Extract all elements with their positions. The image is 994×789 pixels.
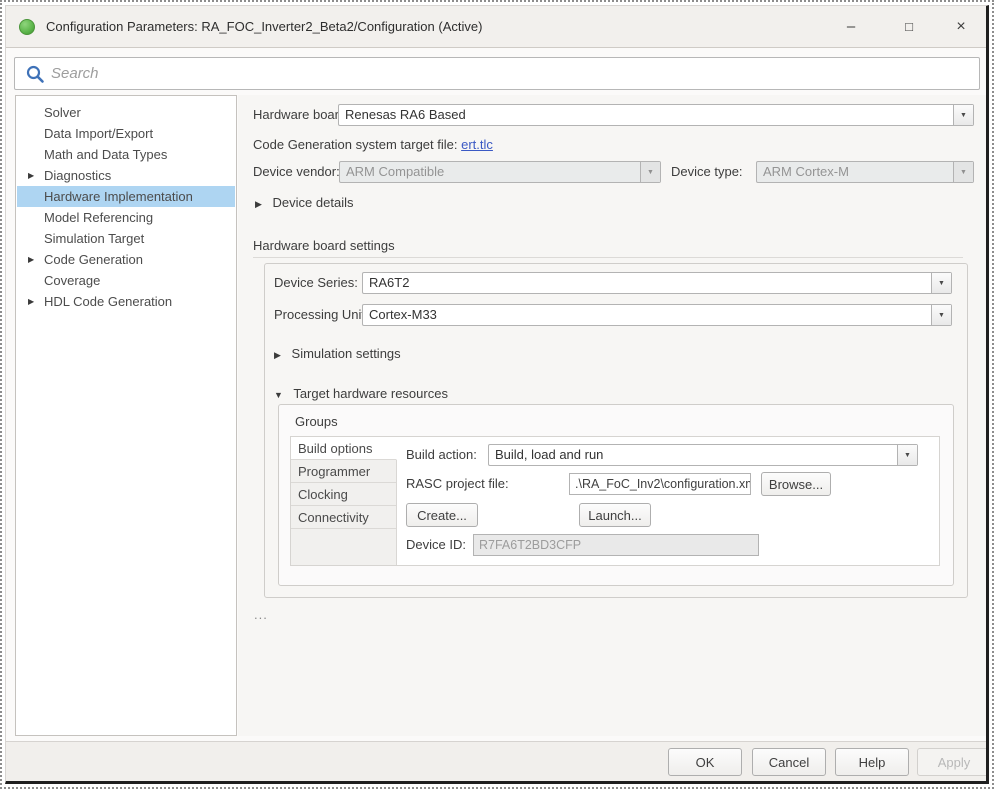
rasc-project-file-label: RASC project file:: [406, 473, 509, 495]
create-button[interactable]: Create...: [406, 503, 478, 527]
processing-unit-combo[interactable]: Cortex-M33 ▼: [362, 304, 952, 326]
expander-icon[interactable]: ▶: [28, 249, 34, 270]
section-divider: [253, 257, 963, 258]
rasc-project-file-field[interactable]: .\RA_FoC_Inv2\configuration.xml: [569, 473, 751, 495]
device-id-field: R7FA6T2BD3CFP: [473, 534, 759, 556]
groups-tab-column: Build options Programmer Clocking Connec…: [291, 437, 397, 565]
category-tree: Solver Data Import/Export Math and Data …: [15, 95, 237, 736]
cancel-button[interactable]: Cancel: [752, 748, 826, 776]
sidebar-item-simulation-target[interactable]: Simulation Target: [17, 228, 235, 249]
tab-build-options[interactable]: Build options: [291, 437, 397, 460]
sidebar-item-math-and-data-types[interactable]: Math and Data Types: [17, 144, 235, 165]
configuration-parameters-window: Configuration Parameters: RA_FOC_Inverte…: [5, 5, 989, 784]
sidebar-item-diagnostics[interactable]: ▶Diagnostics: [17, 165, 235, 186]
search-box[interactable]: [14, 57, 980, 90]
build-action-label: Build action:: [406, 444, 477, 466]
device-vendor-combo: ARM Compatible ▼: [339, 161, 661, 183]
help-button[interactable]: Help: [835, 748, 909, 776]
tab-connectivity[interactable]: Connectivity: [291, 506, 396, 529]
target-file-link[interactable]: ert.tlc: [461, 137, 493, 152]
target-file-label: Code Generation system target file:: [253, 137, 458, 152]
combo-arrow-icon[interactable]: ▼: [953, 105, 973, 125]
device-series-combo[interactable]: RA6T2 ▼: [362, 272, 952, 294]
combo-arrow-icon[interactable]: ▼: [931, 305, 951, 325]
sidebar-item-coverage[interactable]: Coverage: [17, 270, 235, 291]
tab-programmer[interactable]: Programmer: [291, 460, 396, 483]
processing-unit-label: Processing Unit:: [274, 304, 369, 326]
build-action-combo[interactable]: Build, load and run ▼: [488, 444, 918, 466]
target-file-row: Code Generation system target file: ert.…: [253, 134, 493, 156]
expander-icon: ▶: [255, 199, 262, 209]
search-input[interactable]: [51, 59, 961, 88]
combo-arrow-icon[interactable]: ▼: [897, 445, 917, 465]
combo-arrow-icon[interactable]: ▼: [931, 273, 951, 293]
hardware-board-label: Hardware board:: [253, 104, 350, 126]
sidebar-item-hdl-code-generation[interactable]: ▶HDL Code Generation: [17, 291, 235, 312]
groups-label: Groups: [295, 411, 338, 433]
minimize-button[interactable]: –: [836, 6, 866, 48]
overflow-text: ...: [254, 607, 268, 622]
sidebar-item-hardware-implementation[interactable]: Hardware Implementation: [17, 186, 235, 207]
hardware-board-settings-heading: Hardware board settings: [253, 235, 395, 257]
maximize-button[interactable]: □: [894, 6, 924, 48]
device-vendor-label: Device vendor:: [253, 161, 340, 183]
device-type-label: Device type:: [671, 161, 743, 183]
screenshot-frame: Configuration Parameters: RA_FOC_Inverte…: [0, 0, 994, 789]
tab-clocking[interactable]: Clocking: [291, 483, 396, 506]
combo-arrow-icon: ▼: [953, 162, 973, 182]
ok-button[interactable]: OK: [668, 748, 742, 776]
simulink-config-icon: [19, 19, 35, 35]
sidebar-item-data-import-export[interactable]: Data Import/Export: [17, 123, 235, 144]
title-bar: Configuration Parameters: RA_FOC_Inverte…: [6, 6, 986, 48]
hardware-board-combo[interactable]: Renesas RA6 Based ▼: [338, 104, 974, 126]
search-icon: [25, 64, 45, 84]
device-type-combo: ARM Cortex-M ▼: [756, 161, 974, 183]
window-title: Configuration Parameters: RA_FOC_Inverte…: [46, 6, 482, 48]
sidebar-item-model-referencing[interactable]: Model Referencing: [17, 207, 235, 228]
target-hardware-resources-expander[interactable]: ▼ Target hardware resources: [274, 384, 448, 404]
launch-button[interactable]: Launch...: [579, 503, 651, 527]
simulation-settings-expander[interactable]: ▶ Simulation settings: [274, 344, 401, 364]
combo-arrow-icon: ▼: [640, 162, 660, 182]
sidebar-item-solver[interactable]: Solver: [17, 102, 235, 123]
expander-icon[interactable]: ▶: [28, 291, 34, 312]
apply-button: Apply: [917, 748, 989, 776]
browse-button[interactable]: Browse...: [761, 472, 831, 496]
device-series-label: Device Series:: [274, 272, 358, 294]
close-button[interactable]: ×: [946, 6, 976, 48]
expander-icon[interactable]: ▶: [28, 165, 34, 186]
expander-icon: ▼: [274, 390, 283, 400]
sidebar-item-code-generation[interactable]: ▶Code Generation: [17, 249, 235, 270]
expander-icon: ▶: [274, 350, 281, 360]
device-id-label: Device ID:: [406, 534, 466, 556]
device-details-expander[interactable]: ▶ Device details: [255, 193, 353, 213]
